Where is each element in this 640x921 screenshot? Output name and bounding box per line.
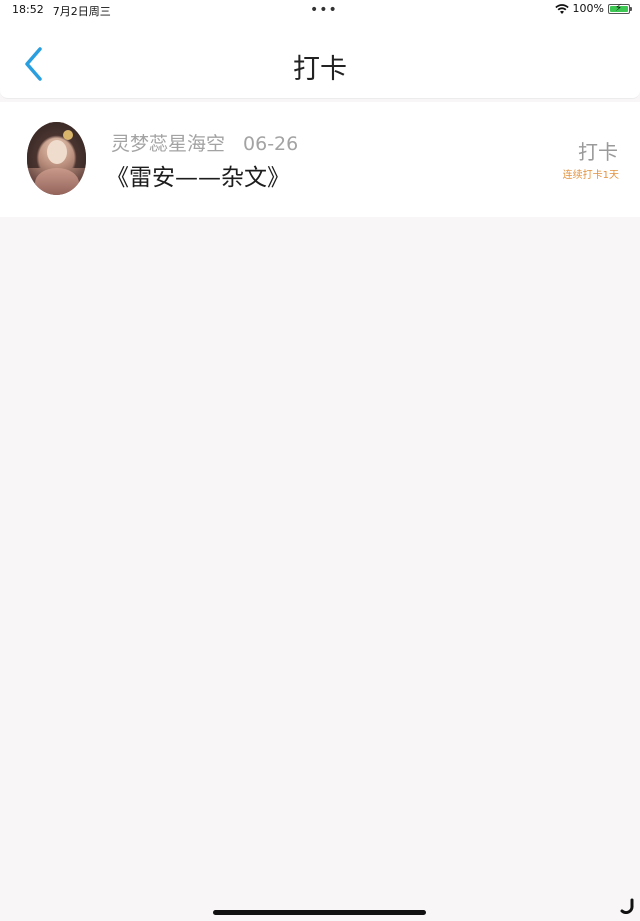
author-name: 灵梦蕊星海空 [111, 133, 226, 155]
status-bar: 18:52 7月2日周三 ••• 100% ⚡ [0, 0, 640, 20]
wifi-icon [554, 3, 569, 15]
checkin-button[interactable]: 打卡 [578, 136, 618, 165]
streak-text: 连续打卡1天 [562, 170, 619, 181]
avatar[interactable] [27, 122, 86, 195]
status-right: 100% ⚡ [554, 2, 632, 15]
screen: 18:52 7月2日周三 ••• 100% ⚡ 打卡 灵梦蕊星海空 06-26 … [0, 0, 640, 921]
multitasking-dots[interactable]: ••• [310, 2, 338, 18]
work-title[interactable]: 《雷安——杂文》 [106, 158, 290, 192]
checkin-list-item[interactable]: 灵梦蕊星海空 06-26 《雷安——杂文》 打卡 连续打卡1天 [0, 102, 640, 217]
home-indicator[interactable] [213, 910, 426, 915]
status-date: 7月2日周三 [52, 5, 111, 18]
status-left: 18:52 7月2日周三 [12, 3, 111, 19]
post-date: 06-26 [243, 133, 299, 155]
author-line: 灵梦蕊星海空 06-26 [111, 129, 298, 156]
battery-charging-icon: ⚡ [608, 3, 632, 14]
navigation-bar: 打卡 [0, 20, 640, 99]
corner-handle-icon [620, 898, 634, 914]
battery-percentage: 100% [572, 2, 604, 15]
status-time: 18:52 [12, 3, 44, 16]
page-title: 打卡 [293, 54, 347, 85]
